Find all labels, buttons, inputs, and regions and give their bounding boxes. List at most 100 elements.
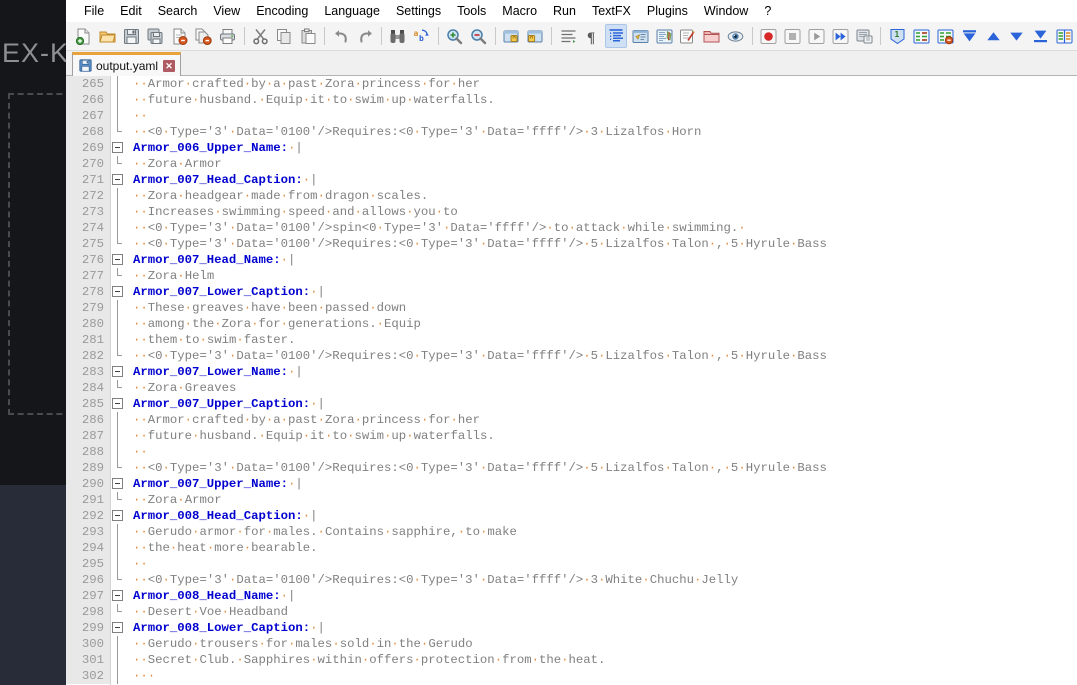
toggle-bookmark-button[interactable]: 1 (886, 24, 908, 48)
fold-margin-cell[interactable] (110, 172, 127, 188)
zoom-out-button[interactable] (468, 24, 490, 48)
remove-empty-lines-button[interactable] (934, 24, 956, 48)
copy-button[interactable] (273, 24, 295, 48)
code-line[interactable]: 287 ··future·husband.·Equip·it·to·swim·up… (66, 428, 1077, 444)
go-to-first-button[interactable] (958, 24, 980, 48)
menu-view[interactable]: View (205, 1, 248, 21)
close-tab-icon[interactable]: ✕ (163, 59, 176, 72)
record-macro-button[interactable] (758, 24, 780, 48)
menu-plugins[interactable]: Plugins (639, 1, 696, 21)
cut-button[interactable] (249, 24, 271, 48)
compare-button[interactable] (1054, 24, 1076, 48)
fold-collapse-icon[interactable] (112, 622, 123, 633)
menu-textfx[interactable]: TextFX (584, 1, 639, 21)
close-file-button[interactable] (169, 24, 191, 48)
code-line[interactable]: 295 ·· (66, 556, 1077, 572)
code-line[interactable]: 290 Armor_007_Upper_Name:·| (66, 476, 1077, 492)
playback-macro-button[interactable] (806, 24, 828, 48)
fold-margin-cell[interactable] (110, 620, 127, 636)
code-line[interactable]: 276 Armor_007_Head_Name:·| (66, 252, 1077, 268)
code-line[interactable]: 289 ··<0·Type='3'·Data='0100'/>Requires:<… (66, 460, 1077, 476)
code-line[interactable]: 286 ··Armor·crafted·by·a·past·Zora·prince… (66, 412, 1077, 428)
function-list-button[interactable] (677, 24, 699, 48)
word-wrap-button[interactable] (557, 24, 579, 48)
code-line[interactable]: 294 ··the·heat·more·bearable. (66, 540, 1077, 556)
go-to-last-button[interactable] (1030, 24, 1052, 48)
editor-area[interactable]: 265 ··Armor·crafted·by·a·past·Zora·prince… (66, 76, 1077, 685)
code-line[interactable]: 301 ··Secret·Club.·Sapphires·within·offer… (66, 652, 1077, 668)
new-file-button[interactable] (73, 24, 95, 48)
undo-button[interactable] (330, 24, 352, 48)
redo-button[interactable] (354, 24, 376, 48)
replace-button[interactable]: ab (411, 24, 433, 48)
code-line[interactable]: 265 ··Armor·crafted·by·a·past·Zora·prince… (66, 76, 1077, 92)
code-line[interactable]: 268 ··<0·Type='3'·Data='0100'/>Requires:<… (66, 124, 1077, 140)
print-button[interactable] (217, 24, 239, 48)
indent-guide-button[interactable] (605, 24, 628, 48)
code-line[interactable]: 281 ··them·to·swim·faster. (66, 332, 1077, 348)
find-button[interactable] (387, 24, 409, 48)
code-line[interactable]: 279 ··These·greaves·have·been·passed·down (66, 300, 1077, 316)
code-line[interactable]: 288 ·· (66, 444, 1077, 460)
code-line[interactable]: 302 ··· (66, 668, 1077, 684)
fold-margin-cell[interactable] (110, 476, 127, 492)
code-line[interactable]: 296 ··<0·Type='3'·Data='0100'/>Requires:<… (66, 572, 1077, 588)
code-line[interactable]: 274 ··<0·Type='3'·Data='0100'/>spin<0·Typ… (66, 220, 1077, 236)
menu-window[interactable]: Window (696, 1, 756, 21)
user-define-dialog-button[interactable] (629, 24, 651, 48)
fold-collapse-icon[interactable] (112, 254, 123, 265)
code-line[interactable]: 277 ··Zora·Helm (66, 268, 1077, 284)
menu-encoding[interactable]: Encoding (248, 1, 316, 21)
code-line[interactable]: 291 ··Zora·Armor (66, 492, 1077, 508)
menu-edit[interactable]: Edit (112, 1, 150, 21)
go-to-next-button[interactable] (1006, 24, 1028, 48)
code-line[interactable]: 272 ··Zora·headgear·made·from·dragon·scal… (66, 188, 1077, 204)
menu-file[interactable]: File (76, 1, 112, 21)
code-line[interactable]: 283 Armor_007_Lower_Name:·| (66, 364, 1077, 380)
fold-collapse-icon[interactable] (112, 142, 123, 153)
code-line[interactable]: 282 ··<0·Type='3'·Data='0100'/>Requires:<… (66, 348, 1077, 364)
fold-margin-cell[interactable] (110, 364, 127, 380)
fold-margin-cell[interactable] (110, 396, 127, 412)
code-line[interactable]: 280 ··among·the·Zora·for·generations.·Equ… (66, 316, 1077, 332)
fold-margin-cell[interactable] (110, 140, 127, 156)
code-line[interactable]: 299 Armor_008_Lower_Caption:·| (66, 620, 1077, 636)
menu-language[interactable]: Language (316, 1, 388, 21)
remove-duplicates-button[interactable] (910, 24, 932, 48)
tab-output-yaml[interactable]: output.yaml ✕ (72, 52, 182, 76)
menu-settings[interactable]: Settings (388, 1, 449, 21)
save-button[interactable] (121, 24, 143, 48)
code-line[interactable]: 284 ··Zora·Greaves (66, 380, 1077, 396)
code-line[interactable]: 300 ··Gerudo·trousers·for·males·sold·in·t… (66, 636, 1077, 652)
fold-collapse-icon[interactable] (112, 366, 123, 377)
code-line[interactable]: 267 ·· (66, 108, 1077, 124)
menu-help[interactable]: ? (756, 1, 779, 21)
code-line[interactable]: 285 Armor_007_Upper_Caption:·| (66, 396, 1077, 412)
folder-as-workspace-button[interactable] (701, 24, 723, 48)
paste-button[interactable] (297, 24, 319, 48)
code-line[interactable]: 275 ··<0·Type='3'·Data='0100'/>Requires:<… (66, 236, 1077, 252)
document-map-button[interactable] (653, 24, 675, 48)
fold-collapse-icon[interactable] (112, 174, 123, 185)
code-line[interactable]: 292 Armor_008_Head_Caption:·| (66, 508, 1077, 524)
code-line[interactable]: 293 ··Gerudo·armor·for·males.·Contains·sa… (66, 524, 1077, 540)
sync-vertical-scroll-button[interactable] (501, 24, 523, 48)
zoom-in-button[interactable] (444, 24, 466, 48)
fold-margin-cell[interactable] (110, 252, 127, 268)
editor-text-surface[interactable]: 265 ··Armor·crafted·by·a·past·Zora·prince… (66, 76, 1077, 685)
fold-margin-cell[interactable] (110, 284, 127, 300)
code-line[interactable]: 271 Armor_007_Head_Caption:·| (66, 172, 1077, 188)
code-line[interactable]: 297 Armor_008_Head_Name:·| (66, 588, 1077, 604)
menu-run[interactable]: Run (545, 1, 584, 21)
stop-recording-button[interactable] (782, 24, 804, 48)
code-line[interactable]: 278 Armor_007_Lower_Caption:·| (66, 284, 1077, 300)
fold-collapse-icon[interactable] (112, 590, 123, 601)
run-macro-multiple-button[interactable] (830, 24, 852, 48)
fold-collapse-icon[interactable] (112, 286, 123, 297)
monitoring-button[interactable] (725, 24, 747, 48)
code-line[interactable]: 269 Armor_006_Upper_Name:·| (66, 140, 1077, 156)
menu-macro[interactable]: Macro (494, 1, 545, 21)
code-line[interactable]: 273 ··Increases·swimming·speed·and·allows… (66, 204, 1077, 220)
fold-margin-cell[interactable] (110, 508, 127, 524)
code-line[interactable]: 270 ··Zora·Armor (66, 156, 1077, 172)
